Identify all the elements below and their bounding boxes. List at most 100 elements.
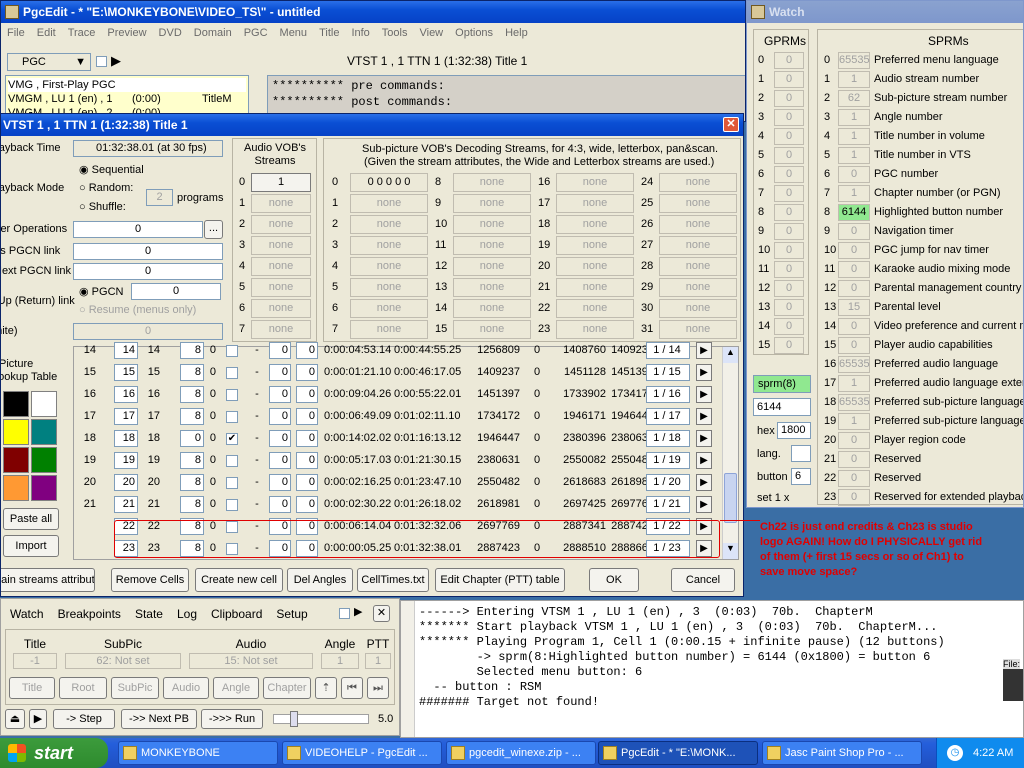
cell-program[interactable]: 1 / 19 [646, 452, 690, 469]
speed-slider-thumb[interactable] [290, 711, 298, 727]
trace-checkbox[interactable] [339, 608, 350, 619]
log-scrollbar[interactable] [401, 601, 415, 737]
hex-field[interactable]: 1800 [777, 422, 811, 439]
subpic-stream-button[interactable]: none [556, 299, 634, 318]
dialog-button-remove-cells[interactable]: Remove Cells [111, 568, 189, 592]
sprm-value[interactable]: 0 [838, 451, 870, 468]
gprm-value[interactable]: 0 [774, 280, 804, 297]
speed-slider[interactable] [273, 711, 369, 727]
cell-still-time[interactable]: 8 [180, 474, 204, 491]
trace-close-button[interactable]: ✕ [373, 605, 390, 622]
cell-post-cmd[interactable]: 0 [296, 342, 318, 359]
sprm-value[interactable]: 0 [838, 470, 870, 487]
subpic-stream-button[interactable]: none [350, 236, 428, 255]
menu-item-edit[interactable]: Edit [31, 23, 62, 43]
trace-nav-audio[interactable]: Audio [163, 677, 209, 699]
dialog-button-create-new-cell[interactable]: Create new cell [195, 568, 283, 592]
pgc-combo[interactable]: PGC ▼ [7, 53, 91, 71]
sprm-value[interactable]: 1 [838, 413, 870, 430]
cell-post-cmd[interactable]: 0 [296, 452, 318, 469]
subpic-stream-button[interactable]: none [453, 320, 531, 339]
skip-forward-icon[interactable]: ⏭ [367, 677, 389, 699]
subpic-stream-button[interactable]: none [350, 257, 428, 276]
trace-tab-watch[interactable]: Watch [5, 605, 49, 623]
cell-vob-id[interactable]: 16 [114, 386, 138, 403]
cell-pre-cmd[interactable]: 0 [269, 342, 291, 359]
sprm-value-field[interactable]: 6144 [753, 398, 811, 416]
arrow-up-icon[interactable]: ⇡ [315, 677, 337, 699]
sprm-value[interactable]: 0 [838, 432, 870, 449]
sprm-value[interactable]: 65535 [838, 52, 870, 69]
seamless-checkbox[interactable] [226, 367, 238, 379]
sprm-value[interactable]: 0 [838, 242, 870, 259]
log-pane[interactable]: ------> Entering VTSM 1 , LU 1 (en) , 3 … [400, 600, 1024, 738]
pause-button[interactable]: ▶ [29, 709, 47, 729]
gprm-value[interactable]: 0 [774, 109, 804, 126]
lang-field[interactable] [791, 445, 811, 462]
sprm-value[interactable]: 65535 [838, 356, 870, 373]
play-cell-button[interactable]: ▶ [696, 452, 712, 469]
cell-program[interactable]: 1 / 15 [646, 364, 690, 381]
sprm-value[interactable]: 1 [838, 128, 870, 145]
paste-all-button[interactable]: Paste all [3, 508, 59, 530]
audio-stream-button[interactable]: none [251, 236, 311, 255]
cell-post-cmd[interactable]: 0 [296, 474, 318, 491]
menu-item-view[interactable]: View [413, 23, 449, 43]
trace-nav-root[interactable]: Root [59, 677, 107, 699]
sprm-value[interactable]: 0 [838, 489, 870, 506]
palette-swatch[interactable] [3, 419, 29, 445]
gprm-value[interactable]: 0 [774, 223, 804, 240]
sprm-value[interactable]: 1 [838, 147, 870, 164]
cell-post-cmd[interactable]: 0 [296, 496, 318, 513]
subpic-stream-button[interactable]: none [350, 278, 428, 297]
toggle-checkbox[interactable] [96, 56, 107, 67]
subpic-stream-button[interactable]: none [453, 257, 531, 276]
trace-nav-title[interactable]: Title [9, 677, 55, 699]
palette-swatch[interactable] [31, 391, 57, 417]
next-pgcn-field[interactable]: 0 [73, 263, 223, 280]
cell-vob-id[interactable]: 15 [114, 364, 138, 381]
menu-item-file[interactable]: File [1, 23, 31, 43]
seamless-checkbox[interactable] [226, 477, 238, 489]
audio-stream-button[interactable]: none [251, 194, 311, 213]
sprm-value[interactable]: 1 [838, 71, 870, 88]
cell-vob-id[interactable]: 21 [114, 496, 138, 513]
cell-pre-cmd[interactable]: 0 [269, 452, 291, 469]
cell-vob-id[interactable]: 20 [114, 474, 138, 491]
subpic-stream-button[interactable]: none [659, 257, 737, 276]
gprm-value[interactable]: 0 [774, 147, 804, 164]
gprm-value[interactable]: 0 [774, 90, 804, 107]
audio-stream-button[interactable]: none [251, 215, 311, 234]
cell-vob-id[interactable]: 19 [114, 452, 138, 469]
cell-pre-cmd[interactable]: 0 [269, 474, 291, 491]
play-cell-button[interactable]: ▶ [696, 430, 712, 447]
scroll-down-icon[interactable]: ▼ [723, 543, 738, 559]
subpic-stream-button[interactable]: none [659, 320, 737, 339]
trace-tab-breakpoints[interactable]: Breakpoints [53, 605, 126, 623]
next-pb-button[interactable]: ->> Next PB [121, 709, 197, 729]
subpic-stream-button[interactable]: none [350, 215, 428, 234]
sprm-value[interactable]: 1 [838, 185, 870, 202]
sprm-value[interactable]: 1 [838, 109, 870, 126]
subpic-stream-button[interactable]: none [453, 236, 531, 255]
user-ops-field[interactable]: 0 [73, 221, 203, 238]
gprm-value[interactable]: 0 [774, 128, 804, 145]
run-button[interactable]: ->>> Run [201, 709, 263, 729]
cell-pre-cmd[interactable]: 0 [269, 496, 291, 513]
pgcn-field[interactable]: 0 [131, 283, 221, 300]
gprm-value[interactable]: 0 [774, 318, 804, 335]
sprm-value[interactable]: 1 [838, 375, 870, 392]
dialog-button-edit-chapter-ptt-table[interactable]: Edit Chapter (PTT) table [435, 568, 565, 592]
dialog-button-celltimes-txt[interactable]: CellTimes.txt [357, 568, 429, 592]
sprm-value[interactable]: 65535 [838, 394, 870, 411]
subpic-stream-button[interactable]: none [659, 278, 737, 297]
gprm-value[interactable]: 0 [774, 261, 804, 278]
subpic-stream-button[interactable]: none [350, 320, 428, 339]
step-button[interactable]: -> Step [53, 709, 115, 729]
table-row[interactable]: 15 15 15 8 0-0 0 0:00:01:21.10 0:00:46:17.05 140… [74, 361, 724, 383]
trace-nav-subpic[interactable]: SubPic [111, 677, 159, 699]
gprm-value[interactable]: 0 [774, 166, 804, 183]
subpic-stream-button[interactable]: none [453, 278, 531, 297]
subpic-stream-button[interactable]: none [556, 320, 634, 339]
subpic-stream-button[interactable]: none [659, 194, 737, 213]
